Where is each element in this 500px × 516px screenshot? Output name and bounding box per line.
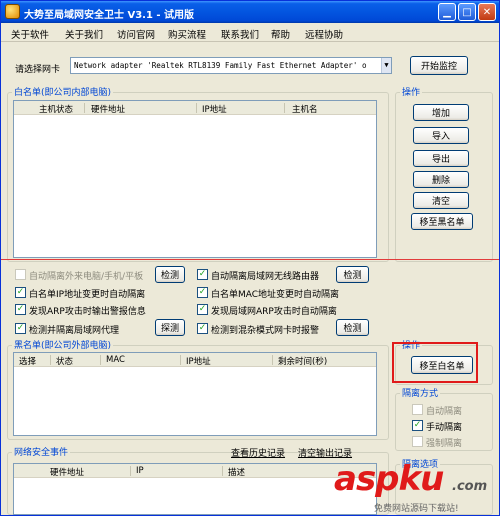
export-button[interactable]: 导出 xyxy=(413,150,469,167)
label-manual-isolate: 手动隔离 xyxy=(426,423,463,433)
menu-contact[interactable]: 联系我们 xyxy=(221,27,259,41)
maximize-icon: □ xyxy=(462,6,472,18)
col-description[interactable]: 描述 xyxy=(228,466,245,478)
maximize-button[interactable]: □ xyxy=(458,3,476,21)
checkbox-mac-change-isolate[interactable]: ✓ xyxy=(197,287,208,298)
app-shield-icon xyxy=(5,4,20,19)
clear-button[interactable]: 清空 xyxy=(413,192,469,209)
close-button[interactable]: ✕ xyxy=(478,3,496,21)
events-table[interactable]: 硬件地址 IP 描述 xyxy=(13,463,377,515)
minimize-icon: ▁ xyxy=(443,6,451,18)
col-ip[interactable]: IP地址 xyxy=(202,103,227,115)
label-force-isolate: 强制隔离 xyxy=(426,439,463,449)
nic-select-value: Network adapter 'Realtek RTL8139 Family … xyxy=(74,61,367,70)
nic-select[interactable]: Network adapter 'Realtek RTL8139 Family … xyxy=(70,57,392,74)
chevron-down-icon[interactable]: ▼ xyxy=(381,58,391,73)
column-separator xyxy=(50,355,51,365)
column-separator xyxy=(130,466,131,476)
col-status[interactable]: 状态 xyxy=(56,355,73,367)
checkbox-auto-isolate[interactable] xyxy=(412,404,423,415)
label-mac-change-isolate: 白名单MAC地址变更时自动隔离 xyxy=(211,290,340,300)
column-separator xyxy=(180,355,181,365)
column-separator xyxy=(284,103,285,113)
column-separator xyxy=(222,466,223,476)
whitelist-table-header: 主机状态 硬件地址 IP地址 主机名 xyxy=(14,101,376,115)
window-title: 大势至局域网安全卫士 V3.1 - 试用版 xyxy=(24,10,195,21)
events-table-header: 硬件地址 IP 描述 xyxy=(14,464,376,478)
probe-proxy-button[interactable]: 探测 xyxy=(155,319,185,336)
col-ip[interactable]: IP xyxy=(136,466,144,476)
col-mac[interactable]: 硬件地址 xyxy=(91,103,125,115)
add-button[interactable]: 增加 xyxy=(413,104,469,121)
highlight-box xyxy=(392,342,478,383)
detect-promiscuous-button[interactable]: 检测 xyxy=(336,319,369,336)
col-host-status[interactable]: 主机状态 xyxy=(39,103,73,115)
column-separator xyxy=(272,355,273,365)
menu-bar: 关于软件 关于我们 访问官网 购买流程 联系我们 帮助 远程协助 xyxy=(1,23,499,42)
checkbox-ip-change-isolate[interactable]: ✓ xyxy=(15,287,26,298)
checkbox-proxy-isolate[interactable]: ✓ xyxy=(15,323,26,334)
menu-remote-assist[interactable]: 远程协助 xyxy=(305,27,343,41)
watermark-suffix: .com xyxy=(452,479,488,494)
column-separator xyxy=(84,103,85,113)
blacklist-table-header: 选择 状态 MAC IP地址 剩余时间(秒) xyxy=(14,353,376,367)
site-watermark: aspku .com 免费网站源码下载站! xyxy=(334,459,498,514)
label-isolate-foreign: 自动隔离外来电脑/手机/平板 xyxy=(29,272,144,282)
import-button[interactable]: 导入 xyxy=(413,127,469,144)
col-mac[interactable]: MAC xyxy=(106,355,125,365)
watermark-brand: aspku xyxy=(334,459,444,499)
column-separator xyxy=(196,103,197,113)
events-title: 网络安全事件 xyxy=(12,445,71,458)
label-ip-change-isolate: 白名单IP地址变更时自动隔离 xyxy=(29,290,146,300)
red-divider-line xyxy=(1,259,499,260)
checkbox-isolate-wifi-router[interactable]: ✓ xyxy=(197,269,208,280)
move-to-blacklist-button[interactable]: 移至黑名单 xyxy=(411,213,473,230)
label-isolate-wifi-router: 自动隔离局域网无线路由器 xyxy=(211,272,320,282)
nic-label: 请选择网卡 xyxy=(15,65,61,75)
checkbox-isolate-foreign[interactable] xyxy=(15,269,26,280)
menu-about-software[interactable]: 关于软件 xyxy=(11,27,49,41)
whitelist-title: 白名单(即公司内部电脑) xyxy=(12,85,114,98)
checkbox-promiscuous-alert[interactable]: ✓ xyxy=(197,323,208,334)
watermark-tagline: 免费网站源码下载站! xyxy=(374,504,459,514)
checkbox-force-isolate[interactable] xyxy=(412,436,423,447)
checkbox-manual-isolate[interactable]: ✓ xyxy=(412,420,423,431)
column-separator xyxy=(100,355,101,365)
detect-foreign-button[interactable]: 检测 xyxy=(155,266,185,283)
label-proxy-isolate: 检测并隔离局域网代理 xyxy=(29,326,120,336)
ops-title: 操作 xyxy=(400,85,423,98)
app-window: 大势至局域网安全卫士 V3.1 - 试用版 ▁ □ ✕ 关于软件 关于我们 访问… xyxy=(0,0,500,516)
checkbox-arp-isolate[interactable]: ✓ xyxy=(197,304,208,315)
close-icon: ✕ xyxy=(482,6,492,18)
blacklist-title: 黑名单(即公司外部电脑) xyxy=(12,338,114,351)
menu-official-site[interactable]: 访问官网 xyxy=(117,27,155,41)
col-remaining-time[interactable]: 剩余时间(秒) xyxy=(278,355,327,367)
menu-about-us[interactable]: 关于我们 xyxy=(65,27,103,41)
detect-router-button[interactable]: 检测 xyxy=(336,266,369,283)
checkbox-arp-alert[interactable]: ✓ xyxy=(15,304,26,315)
menu-help[interactable]: 帮助 xyxy=(271,27,290,41)
title-bar[interactable]: 大势至局域网安全卫士 V3.1 - 试用版 ▁ □ ✕ xyxy=(1,1,499,23)
view-history-link[interactable]: 查看历史记录 xyxy=(231,446,285,459)
col-hostname[interactable]: 主机名 xyxy=(292,103,318,115)
col-mac[interactable]: 硬件地址 xyxy=(50,466,84,478)
label-arp-alert: 发现ARP攻击时输出警报信息 xyxy=(29,307,146,317)
minimize-button[interactable]: ▁ xyxy=(438,3,456,21)
clear-output-link[interactable]: 清空输出记录 xyxy=(298,446,352,459)
delete-button[interactable]: 删除 xyxy=(413,171,469,188)
blacklist-table[interactable]: 选择 状态 MAC IP地址 剩余时间(秒) xyxy=(13,352,377,436)
col-ip[interactable]: IP地址 xyxy=(186,355,211,367)
col-select[interactable]: 选择 xyxy=(19,355,36,367)
label-promiscuous-alert: 检测到混杂模式网卡时报警 xyxy=(211,326,320,336)
menu-purchase[interactable]: 购买流程 xyxy=(168,27,206,41)
whitelist-table[interactable]: 主机状态 硬件地址 IP地址 主机名 xyxy=(13,100,377,258)
start-monitor-button[interactable]: 开始监控 xyxy=(410,56,468,75)
isolation-title: 隔离方式 xyxy=(400,386,441,399)
label-auto-isolate: 自动隔离 xyxy=(426,407,463,417)
label-arp-isolate: 发现局域网ARP攻击时自动隔离 xyxy=(211,307,337,317)
